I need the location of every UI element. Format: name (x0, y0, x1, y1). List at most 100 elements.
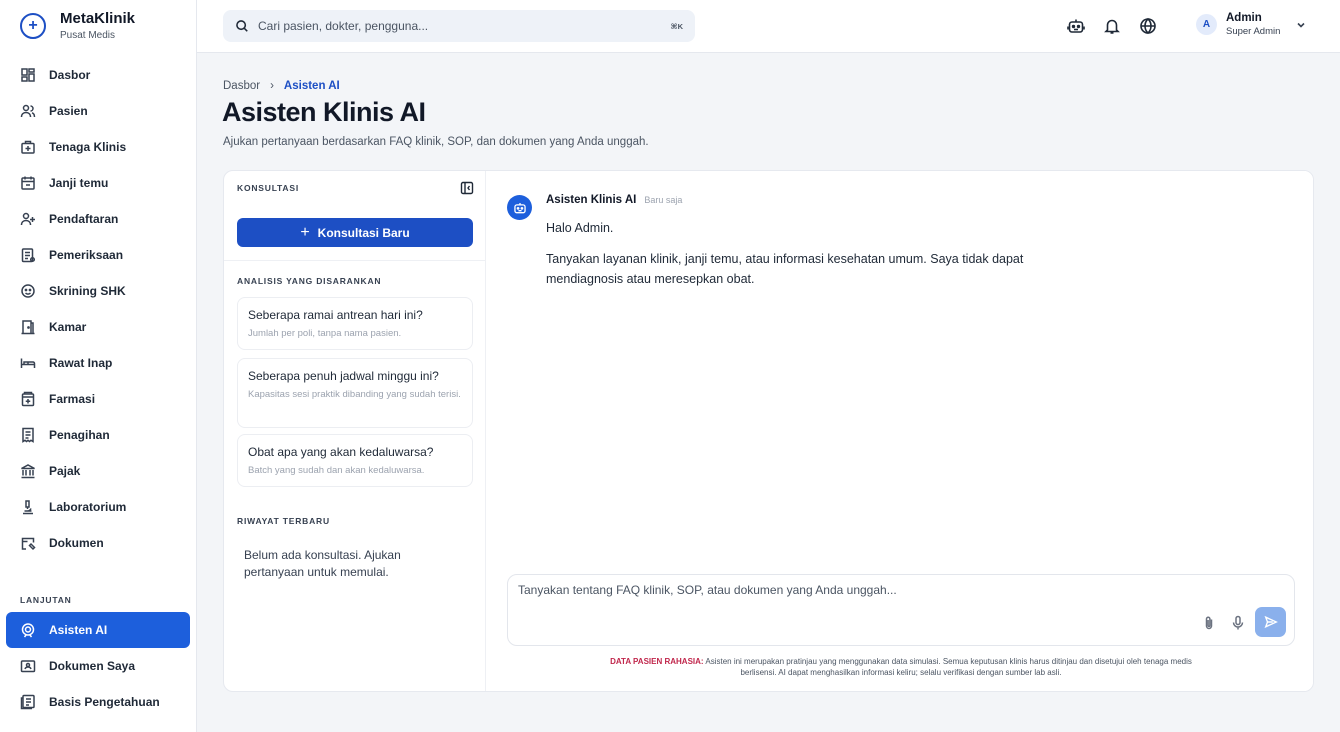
nav-label: Dokumen Saya (49, 659, 136, 673)
nav-item-dokumen-saya[interactable]: Dokumen Saya (6, 648, 190, 684)
chat-area: Asisten Klinis AI Baru saja Halo Admin. … (486, 171, 1313, 691)
nav-label: Penagihan (49, 428, 110, 442)
nav-item-dokumen[interactable]: Dokumen (6, 525, 190, 561)
nav-item-pendaftaran[interactable]: Pendaftaran (6, 201, 190, 237)
nav-label: Laboratorium (49, 500, 127, 514)
nav-item-dasbor[interactable]: Dasbor (6, 57, 190, 93)
knowledge-base-icon (20, 694, 35, 710)
nav-label: Pasien (49, 104, 88, 118)
nav-item-farmasi[interactable]: Farmasi (6, 381, 190, 417)
tax-icon (21, 464, 35, 479)
chevron-down-icon (1297, 22, 1305, 28)
patients-icon (20, 104, 36, 118)
page-subtitle: Ajukan pertanyaan berdasarkan FAQ klinik… (223, 136, 649, 148)
nav-label: Dasbor (49, 68, 91, 82)
nav-item-pajak[interactable]: Pajak (6, 453, 190, 489)
user-role: Super Admin (1226, 26, 1281, 37)
breadcrumb-root[interactable]: Dasbor (223, 80, 260, 92)
nav-label: Tenaga Klinis (49, 140, 127, 154)
nav-label: Pendaftaran (49, 212, 119, 226)
nav-label: Farmasi (49, 392, 96, 406)
message-timestamp: Baru saja (644, 195, 683, 205)
new-consultation-label: Konsultasi Baru (317, 225, 410, 240)
microphone-icon[interactable] (1230, 615, 1246, 631)
assistant-avatar-icon (507, 195, 532, 220)
bed-icon (20, 358, 36, 368)
brand-subtitle: Pusat Medis (60, 30, 116, 41)
collapse-panel-icon[interactable] (460, 181, 474, 195)
send-button[interactable] (1255, 607, 1286, 637)
nav-item-skrining-shk[interactable]: Skrining SHK (6, 273, 190, 309)
my-documents-icon (20, 660, 36, 673)
paperclip-icon[interactable] (1201, 615, 1217, 631)
message-composer (507, 574, 1295, 646)
history-empty-state: Belum ada konsultasi. Ajukan pertanyaan … (244, 548, 401, 580)
brand-name: MetaKlinik (60, 10, 136, 27)
nav-item-rawat-inap[interactable]: Rawat Inap (6, 345, 190, 381)
search-icon (236, 20, 248, 32)
suggestion-desc: Jumlah per poli, tanpa nama pasien. (248, 328, 402, 339)
message-input[interactable] (518, 583, 1198, 603)
assistant-name: Asisten Klinis AI (546, 194, 637, 206)
screening-icon (21, 284, 35, 298)
globe-icon[interactable] (1139, 17, 1157, 35)
nav-item-kamar[interactable]: Kamar (6, 309, 190, 345)
advanced-nav: Asisten AI Dokumen Saya Basis Pengetahua… (6, 612, 190, 720)
suggestion-title: Seberapa penuh jadwal minggu ini? (248, 369, 439, 383)
sidebar: + MetaKlinik Pusat Medis Dasbor Pasien T… (0, 0, 197, 732)
nav-item-janji-temu[interactable]: Janji temu (6, 165, 190, 201)
document-icon (21, 537, 36, 551)
nav-label: Dokumen (49, 536, 104, 550)
nav-item-basis-pengetahuan[interactable]: Basis Pengetahuan (6, 684, 190, 720)
history-heading: RIWAYAT TERBARU (237, 516, 330, 526)
avatar: A (1196, 14, 1217, 35)
ai-assistant-icon (21, 623, 35, 638)
nav-item-asisten-ai[interactable]: Asisten AI (6, 612, 190, 648)
billing-icon (22, 427, 34, 443)
suggestion-desc: Kapasitas sesi praktik dibanding yang su… (248, 389, 461, 400)
nav-label: Kamar (49, 320, 87, 334)
dashboard-icon (21, 68, 35, 82)
nav-item-pasien[interactable]: Pasien (6, 93, 190, 129)
nav-item-laboratorium[interactable]: Laboratorium (6, 489, 190, 525)
brand-logo-icon: + (20, 12, 46, 39)
nav-item-tenaga-klinis[interactable]: Tenaga Klinis (6, 129, 190, 165)
calendar-icon (21, 176, 35, 190)
nav-label: Janji temu (49, 176, 109, 190)
suggestion-card[interactable]: Seberapa ramai antrean hari ini? Jumlah … (237, 297, 473, 350)
breadcrumb: Dasbor › Asisten AI (223, 80, 340, 92)
room-icon (21, 320, 35, 335)
disclaimer-label: DATA PASIEN RAHASIA: (610, 657, 704, 666)
suggestion-card[interactable]: Obat apa yang akan kedaluwarsa? Batch ya… (237, 434, 473, 487)
search-bar[interactable]: ⌘K (223, 10, 695, 42)
brand[interactable]: + MetaKlinik Pusat Medis (20, 10, 135, 41)
user-plus-icon (20, 212, 35, 226)
disclaimer-text: Asisten ini merupakan pratinjau yang men… (705, 657, 1192, 678)
bell-icon[interactable] (1103, 17, 1121, 35)
plus-icon: + (300, 223, 310, 241)
suggestion-desc: Batch yang sudah dan akan kedaluwarsa. (248, 465, 425, 476)
nav-label: Basis Pengetahuan (49, 695, 160, 709)
panel-heading: KONSULTASI (237, 183, 299, 193)
user-menu[interactable]: A Admin Super Admin (1196, 12, 1307, 37)
pharmacy-icon (21, 391, 35, 407)
new-consultation-button[interactable]: + Konsultasi Baru (237, 218, 473, 247)
microscope-icon (23, 500, 33, 515)
robot-icon[interactable] (1067, 17, 1085, 35)
suggestion-title: Obat apa yang akan kedaluwarsa? (248, 445, 434, 459)
suggestion-card[interactable]: Seberapa penuh jadwal minggu ini? Kapasi… (237, 358, 473, 428)
send-icon (1264, 615, 1278, 629)
nav-section-label: LANJUTAN (20, 595, 72, 605)
suggestion-title: Seberapa ramai antrean hari ini? (248, 308, 423, 322)
medical-bag-icon (21, 140, 35, 154)
suggested-heading: ANALISIS YANG DISARANKAN (237, 276, 382, 286)
nav-label: Rawat Inap (49, 356, 113, 370)
breadcrumb-current: Asisten AI (283, 80, 340, 92)
clipboard-icon (21, 248, 36, 263)
nav-item-pemeriksaan[interactable]: Pemeriksaan (6, 237, 190, 273)
nav-item-penagihan[interactable]: Penagihan (6, 417, 190, 453)
search-input[interactable] (258, 19, 662, 33)
nav-label: Pemeriksaan (49, 248, 124, 262)
message-greeting: Halo Admin. (546, 221, 614, 235)
nav-label: Skrining SHK (49, 284, 126, 298)
